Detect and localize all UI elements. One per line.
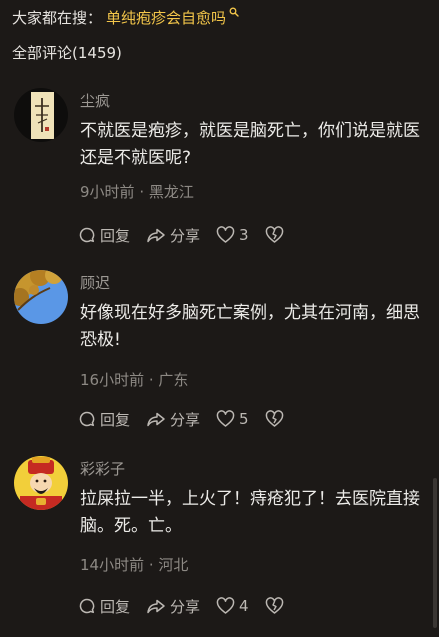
- share-icon: [147, 228, 165, 243]
- comment-meta: 16小时前 · 广东: [80, 369, 188, 390]
- comment-actions: 回复 分享 5: [78, 407, 304, 431]
- like-count: 4: [239, 597, 249, 615]
- comment-time: 16小时前: [80, 371, 145, 389]
- share-icon: [147, 599, 165, 614]
- like-count: 5: [239, 410, 249, 428]
- comment-content: 不就医是疱疹，就医是脑死亡，你们说是就医还是不就医呢?: [80, 121, 420, 168]
- heart-icon: [216, 597, 235, 614]
- broken-heart-icon: [265, 597, 283, 614]
- username[interactable]: 顾迟: [80, 272, 110, 293]
- meta-separator: ·: [148, 556, 159, 574]
- share-label: 分享: [170, 597, 201, 616]
- heart-icon: [216, 410, 235, 427]
- comment-meta: 9小时前 · 黑龙江: [80, 181, 194, 202]
- comment-location: 广东: [158, 371, 189, 389]
- comment-actions: 回复 分享 4: [78, 594, 304, 618]
- comment-time: 9小时前: [80, 183, 135, 201]
- comment-location: 河北: [158, 556, 189, 574]
- reply-button[interactable]: 回复: [78, 596, 130, 617]
- broken-heart-icon: [265, 226, 283, 243]
- dislike-button[interactable]: [265, 410, 288, 428]
- like-button[interactable]: 4: [216, 597, 249, 615]
- reply-label: 回复: [100, 410, 131, 429]
- avatar[interactable]: [14, 270, 68, 324]
- reply-button[interactable]: 回复: [78, 409, 130, 430]
- share-label: 分享: [170, 226, 201, 245]
- comment-meta: 14小时前 · 河北: [80, 554, 188, 575]
- like-count: 3: [239, 226, 249, 244]
- comment-location: 黑龙江: [148, 183, 194, 201]
- heart-icon: [216, 226, 235, 243]
- reply-button[interactable]: 回复: [78, 225, 130, 246]
- comment-content: 好像现在好多脑死亡案例，尤其在河南，细思恐极!: [80, 303, 420, 350]
- meta-separator: ·: [148, 371, 159, 389]
- share-button[interactable]: 分享: [146, 409, 200, 430]
- avatar[interactable]: [14, 88, 68, 142]
- share-icon: [147, 412, 165, 427]
- calligraphy-avatar-icon: [14, 88, 68, 142]
- comments-count: 全部评论(1459): [12, 44, 122, 62]
- god-of-wealth-avatar-icon: [14, 456, 68, 510]
- username[interactable]: 彩彩子: [80, 458, 125, 479]
- reply-label: 回复: [100, 597, 131, 616]
- comment-actions: 回复 分享 3: [78, 223, 304, 247]
- reply-icon: [79, 411, 95, 427]
- search-suggestion[interactable]: 大家都在搜： 单纯疱疹会自愈吗: [12, 6, 239, 28]
- reply-label: 回复: [100, 226, 131, 245]
- search-suggestion-keyword[interactable]: 单纯疱疹会自愈吗: [106, 7, 226, 28]
- like-button[interactable]: 3: [216, 226, 249, 244]
- share-button[interactable]: 分享: [146, 225, 200, 246]
- comment-time: 14小时前: [80, 556, 145, 574]
- search-icon: [229, 7, 239, 17]
- comment-content: 拉屎拉一半，上火了！痔疮犯了！去医院直接脑。死。亡。: [80, 489, 420, 536]
- meta-separator: ·: [139, 183, 149, 201]
- dislike-button[interactable]: [265, 597, 288, 615]
- like-button[interactable]: 5: [216, 410, 249, 428]
- reply-icon: [79, 598, 95, 614]
- broken-heart-icon: [265, 410, 283, 427]
- dislike-button[interactable]: [265, 226, 288, 244]
- username[interactable]: 尘疯: [80, 90, 110, 111]
- avatar[interactable]: [14, 456, 68, 510]
- share-label: 分享: [170, 410, 201, 429]
- scrollbar-thumb[interactable]: [433, 478, 437, 628]
- share-button[interactable]: 分享: [146, 596, 200, 617]
- reply-icon: [79, 227, 95, 243]
- tree-sky-avatar-icon: [14, 270, 68, 324]
- search-suggestion-prefix: 大家都在搜：: [12, 8, 103, 27]
